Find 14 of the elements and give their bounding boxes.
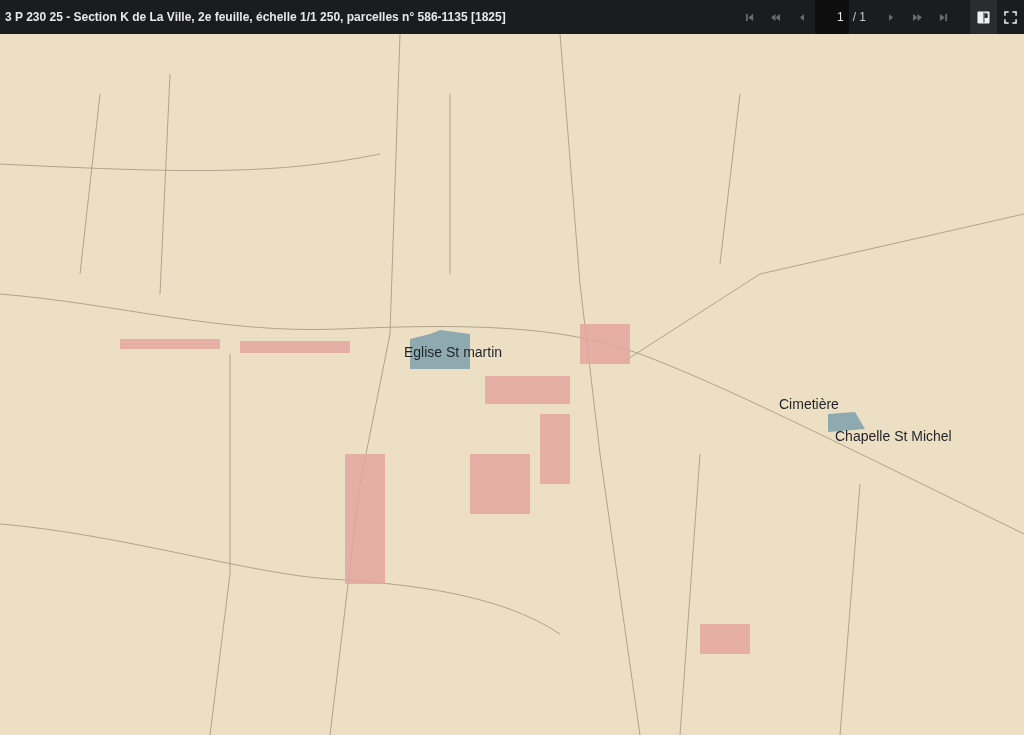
map-label: Cimetière xyxy=(779,395,839,413)
fullscreen-icon xyxy=(1004,10,1017,24)
side-panel-button[interactable] xyxy=(970,0,997,34)
page-number-field[interactable]: 1 xyxy=(814,0,849,34)
skip-first-icon xyxy=(745,12,755,22)
skip-last-icon xyxy=(938,12,948,22)
document-title: 3 P 230 25 - Section K de La Ville, 2e feuille, échelle 1/1 250, parcelles n° 586-1135 [1825] xyxy=(4,9,506,26)
left-triangle-icon xyxy=(799,12,805,22)
double-right-triangle-icon xyxy=(911,12,923,22)
page-total: / 1 xyxy=(852,9,866,26)
panel-layout-icon xyxy=(977,10,990,24)
map-label: Chapelle St Michel xyxy=(835,427,952,445)
double-left-triangle-icon xyxy=(770,12,782,22)
right-triangle-icon xyxy=(888,12,894,22)
